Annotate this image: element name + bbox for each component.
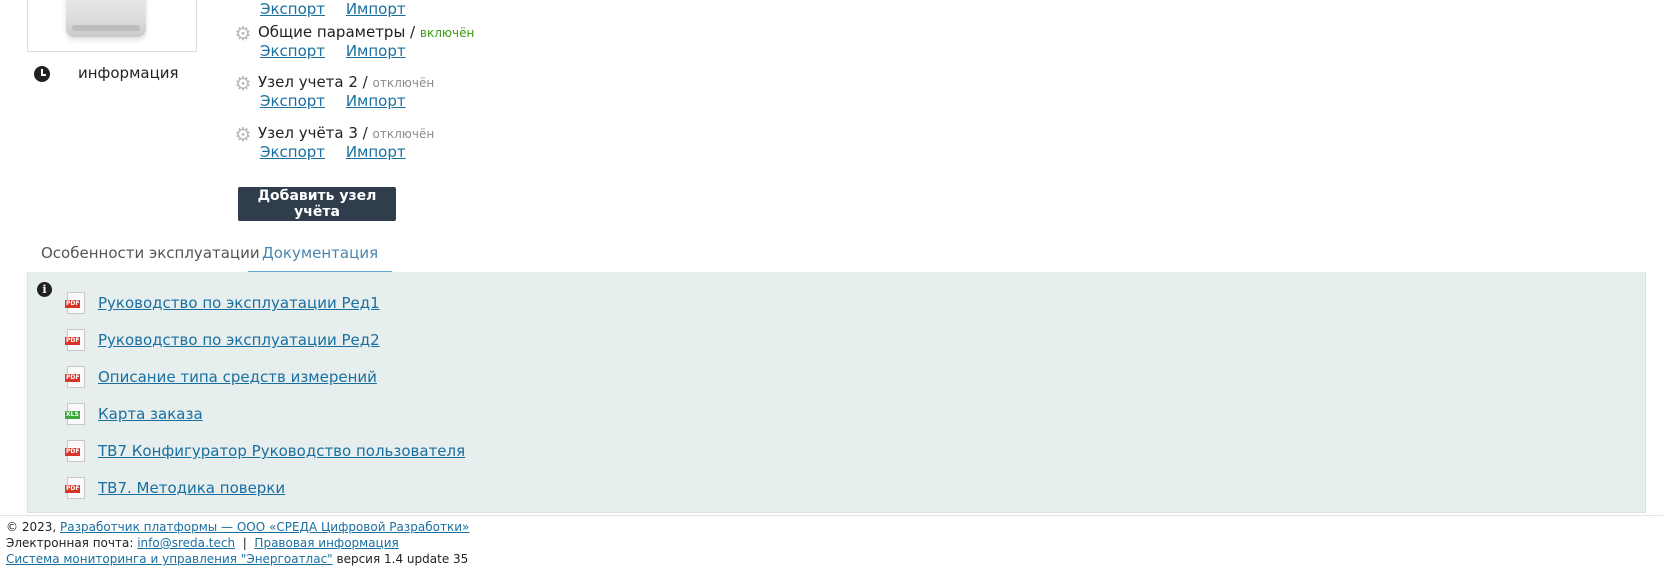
node-title: Узел учёта 3 / отключён — [258, 124, 434, 142]
documents-panel: i PDF Руководство по эксплуатации Ред1 P… — [27, 272, 1646, 513]
info-label: информация — [78, 64, 179, 82]
export-link[interactable]: Экспорт — [260, 0, 325, 18]
gear-icon[interactable]: ⚙ — [234, 75, 252, 94]
developer-link[interactable]: Разработчик платформы — ООО «СРЕДА Цифро… — [60, 520, 469, 534]
clock-icon — [34, 66, 50, 82]
node-links: Экспорт Импорт — [260, 92, 422, 110]
footer: © 2023, Разработчик платформы — ООО «СРЕ… — [6, 519, 469, 567]
info-icon: i — [37, 282, 52, 297]
email-link[interactable]: info@sreda.tech — [137, 536, 235, 550]
tab-bar: Особенности эксплуатации Документация — [27, 238, 1646, 273]
import-link[interactable]: Импорт — [346, 0, 406, 18]
node-title-text: Узел учёта 3 / — [258, 124, 368, 142]
import-link[interactable]: Импорт — [346, 42, 406, 60]
footer-separator: | — [242, 536, 247, 550]
info-row[interactable]: информация — [34, 63, 179, 85]
document-item: PDF ТВ7. Методика поверки — [65, 477, 285, 499]
pdf-file-icon: PDF — [65, 292, 85, 314]
document-item: XLS Карта заказа — [65, 403, 203, 425]
status-badge: включён — [419, 26, 475, 40]
pdf-file-icon: PDF — [65, 366, 85, 388]
node-links: Экспорт Импорт — [260, 42, 422, 60]
import-link[interactable]: Импорт — [346, 92, 406, 110]
add-node-button[interactable]: Добавить узел учёта — [238, 187, 396, 221]
export-link[interactable]: Экспорт — [260, 42, 325, 60]
document-link[interactable]: Описание типа средств измерений — [98, 368, 377, 386]
file-type-label: PDF — [65, 485, 81, 493]
tab-documentation[interactable]: Документация — [248, 238, 393, 273]
document-link[interactable]: ТВ7. Методика поверки — [98, 479, 285, 497]
copyright-text: © 2023, — [6, 520, 57, 534]
pdf-file-icon: PDF — [65, 440, 85, 462]
document-item: PDF Описание типа средств измерений — [65, 366, 377, 388]
node-title: Общие параметры / включён — [258, 23, 474, 41]
footer-line-system: Система мониторинга и управления "Энерго… — [6, 551, 469, 567]
node-title: Узел учета 2 / отключён — [258, 73, 434, 91]
file-type-label: PDF — [65, 374, 81, 382]
document-item: PDF ТВ7 Конфигуратор Руководство пользов… — [65, 440, 465, 462]
footer-divider — [0, 515, 1663, 516]
export-link[interactable]: Экспорт — [260, 143, 325, 161]
device-image — [66, 0, 146, 37]
email-label: Электронная почта: — [6, 536, 134, 550]
export-link[interactable]: Экспорт — [260, 92, 325, 110]
status-badge: отключён — [372, 127, 435, 141]
version-text: версия 1.4 update 35 — [336, 552, 469, 566]
file-type-label: PDF — [65, 300, 81, 308]
gear-icon[interactable]: ⚙ — [234, 126, 252, 145]
document-link[interactable]: Руководство по эксплуатации Ред1 — [98, 294, 380, 312]
pdf-file-icon: PDF — [65, 329, 85, 351]
pdf-file-icon: PDF — [65, 477, 85, 499]
node-links: Экспорт Импорт — [260, 143, 422, 161]
tab-operation-features[interactable]: Особенности эксплуатации — [27, 238, 274, 271]
node-title-text: Общие параметры / — [258, 23, 416, 41]
node-title-text: Узел учета 2 / — [258, 73, 368, 91]
file-type-label: PDF — [65, 448, 81, 456]
import-link[interactable]: Импорт — [346, 143, 406, 161]
file-type-label: PDF — [65, 337, 81, 345]
document-link[interactable]: Руководство по эксплуатации Ред2 — [98, 331, 380, 349]
xls-file-icon: XLS — [65, 403, 85, 425]
legal-info-link[interactable]: Правовая информация — [254, 536, 398, 550]
gear-icon[interactable]: ⚙ — [234, 25, 252, 44]
footer-line-copyright: © 2023, Разработчик платформы — ООО «СРЕ… — [6, 519, 469, 535]
file-type-label: XLS — [65, 411, 80, 419]
document-link[interactable]: ТВ7 Конфигуратор Руководство пользовател… — [98, 442, 465, 460]
status-badge: отключён — [372, 76, 435, 90]
document-item: PDF Руководство по эксплуатации Ред2 — [65, 329, 380, 351]
document-item: PDF Руководство по эксплуатации Ред1 — [65, 292, 380, 314]
device-image-frame — [27, 0, 197, 52]
system-link[interactable]: Система мониторинга и управления "Энерго… — [6, 552, 333, 566]
footer-line-contacts: Электронная почта: info@sreda.tech | Пра… — [6, 535, 469, 551]
document-link[interactable]: Карта заказа — [98, 405, 203, 423]
node-links: Экспорт Импорт — [260, 0, 422, 18]
